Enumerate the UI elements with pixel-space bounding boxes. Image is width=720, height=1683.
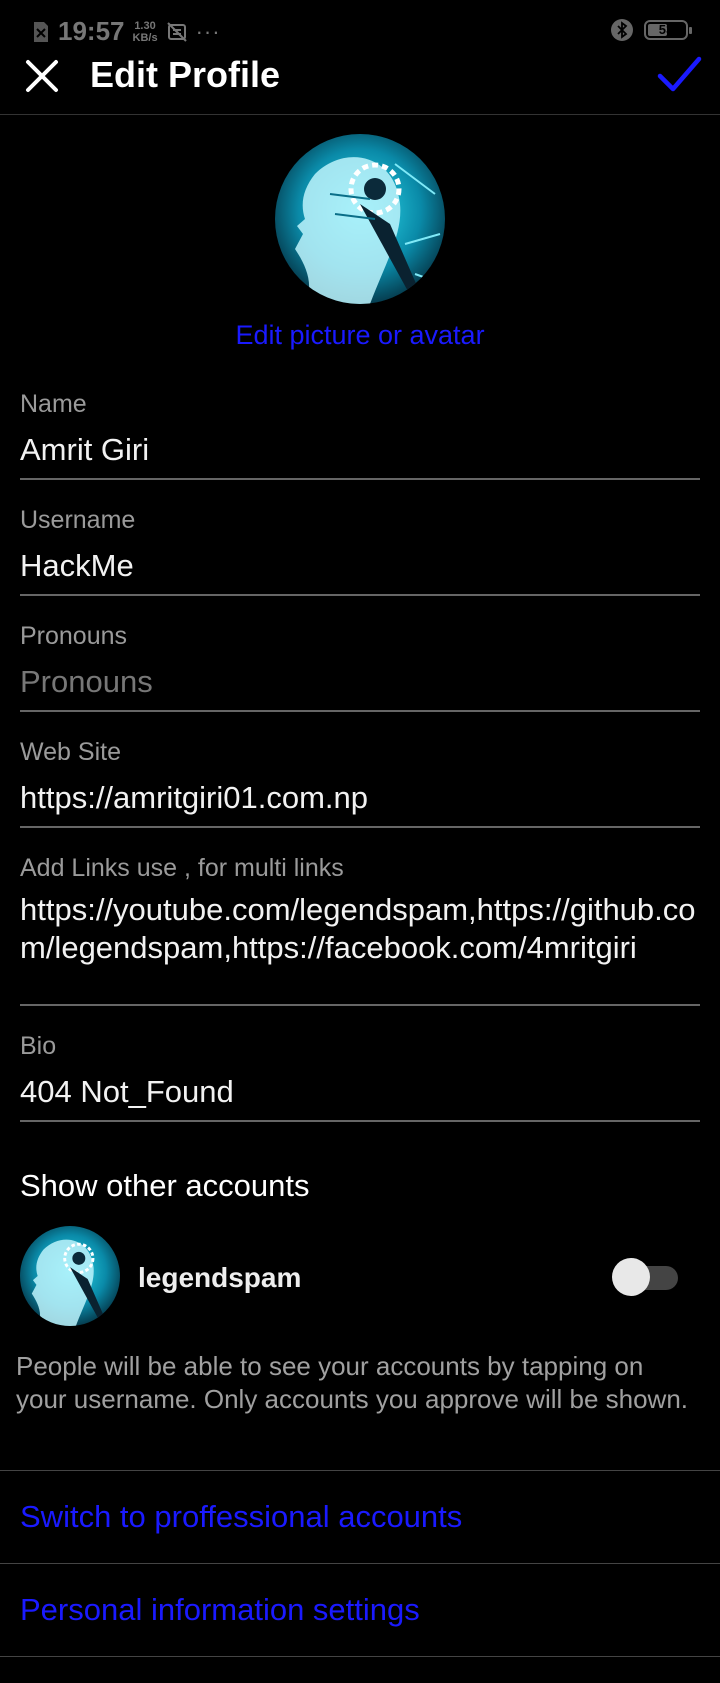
website-label: Web Site bbox=[20, 738, 121, 766]
robot-avatar-image bbox=[20, 1226, 120, 1326]
switch-professional-link[interactable]: Switch to proffessional accounts bbox=[20, 1499, 462, 1535]
account-avatar bbox=[20, 1226, 120, 1326]
close-button[interactable] bbox=[22, 56, 62, 96]
website-input[interactable]: https://amritgiri01.com.np bbox=[20, 779, 700, 817]
other-accounts-description: People will be able to see your accounts… bbox=[16, 1351, 689, 1414]
links-field[interactable]: Add Links use , for multi links https://… bbox=[20, 854, 700, 1006]
close-icon bbox=[26, 60, 58, 92]
show-account-toggle[interactable] bbox=[612, 1256, 680, 1296]
edit-picture-link[interactable]: Edit picture or avatar bbox=[0, 320, 720, 351]
bluetooth-icon bbox=[611, 19, 633, 41]
pronouns-field[interactable]: Pronouns Pronouns bbox=[20, 622, 700, 712]
page-title: Edit Profile bbox=[90, 54, 281, 95]
pronouns-label: Pronouns bbox=[20, 622, 128, 650]
links-input[interactable]: https://youtube.com/legendspam,https://g… bbox=[20, 891, 700, 967]
divider bbox=[0, 1656, 720, 1657]
status-right: 53 bbox=[610, 18, 692, 42]
username-label: Username bbox=[20, 506, 136, 534]
robot-avatar-image bbox=[275, 134, 445, 304]
name-label: Name bbox=[20, 390, 87, 418]
name-input[interactable]: Amrit Giri bbox=[20, 431, 700, 469]
links-label: Add Links use , for multi links bbox=[20, 854, 344, 882]
username-input[interactable]: HackMe bbox=[20, 547, 700, 585]
battery-icon: 53 bbox=[644, 20, 692, 40]
switch-professional-row[interactable]: Switch to proffessional accounts bbox=[0, 1470, 720, 1563]
username-field[interactable]: Username HackMe bbox=[20, 506, 700, 596]
bio-input[interactable]: 404 Not_Found bbox=[20, 1073, 700, 1111]
name-field[interactable]: Name Amrit Giri bbox=[20, 390, 700, 480]
checkmark-icon bbox=[657, 56, 702, 92]
profile-avatar[interactable] bbox=[275, 134, 445, 304]
bio-field[interactable]: Bio 404 Not_Found bbox=[20, 1032, 700, 1122]
personal-info-row[interactable]: Personal information settings bbox=[0, 1563, 720, 1656]
save-button[interactable] bbox=[654, 50, 704, 100]
battery-percent: 53 bbox=[658, 22, 674, 37]
account-username: legendspam bbox=[138, 1262, 302, 1293]
app-header: Edit Profile bbox=[0, 40, 720, 115]
website-field[interactable]: Web Site https://amritgiri01.com.np bbox=[20, 738, 700, 828]
toggle-knob bbox=[612, 1258, 650, 1296]
pronouns-input[interactable]: Pronouns bbox=[20, 663, 700, 701]
personal-info-link[interactable]: Personal information settings bbox=[20, 1592, 420, 1628]
other-accounts-title: Show other accounts bbox=[20, 1168, 310, 1203]
bio-label: Bio bbox=[20, 1032, 57, 1060]
